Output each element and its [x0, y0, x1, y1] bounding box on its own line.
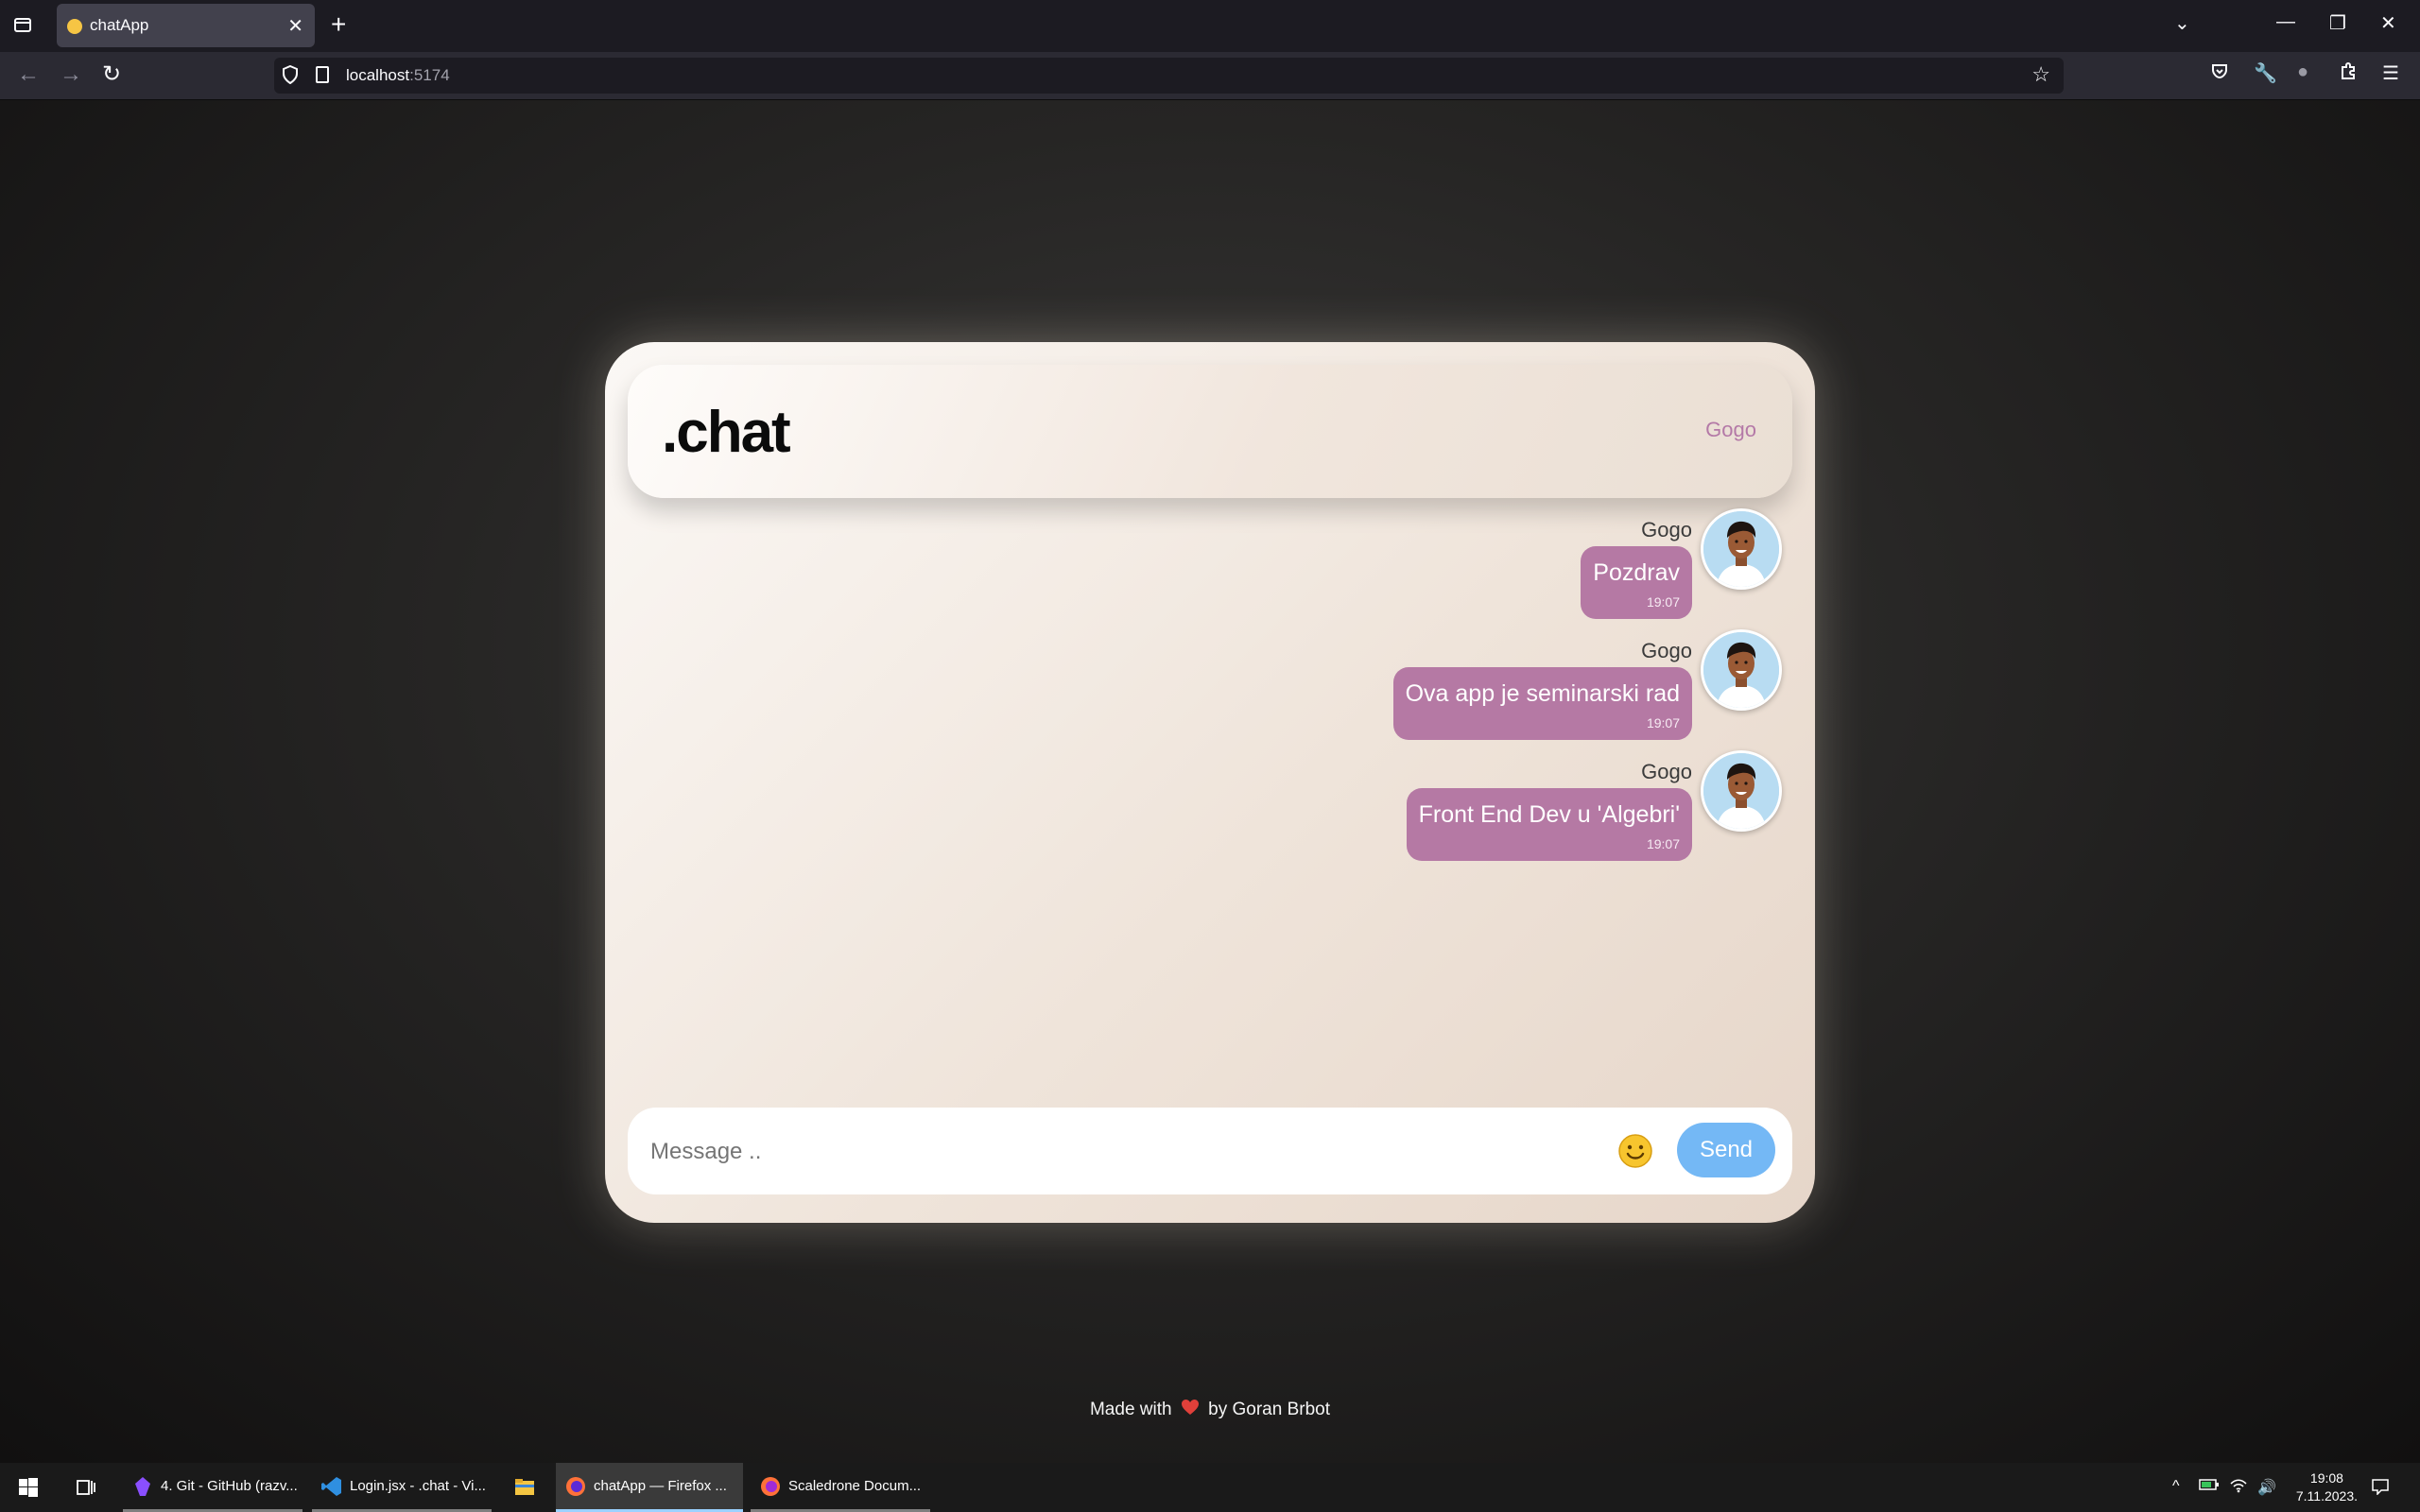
taskbar-item-file-explorer[interactable]	[506, 1463, 544, 1512]
user-avatar	[1701, 508, 1782, 590]
message-bubble: Ova app je seminarski rad 19:07	[1392, 667, 1692, 740]
start-button[interactable]	[11, 1463, 43, 1512]
chat-container: .chat Gogo Gogo Pozdrav 19:07 Gogo Ova a	[605, 342, 1815, 1223]
message-sender-name: Gogo	[1641, 639, 1692, 662]
message-time: 19:07	[1646, 836, 1680, 851]
avatar-illustration-icon	[1703, 511, 1779, 587]
message-composer: Send	[628, 1108, 1792, 1194]
page-footer: Made with by Goran Brbot	[0, 1399, 2420, 1421]
address-bar[interactable]: localhost:5174 ☆	[274, 58, 2064, 94]
footer-prefix: Made with	[1089, 1400, 1172, 1420]
message-sender-name: Gogo	[1641, 760, 1692, 783]
tab-overview-icon[interactable]	[11, 15, 34, 38]
wifi-icon[interactable]	[2229, 1478, 2248, 1498]
message-time: 19:07	[1646, 715, 1680, 730]
message-bubble: Pozdrav 19:07	[1581, 546, 1692, 619]
windows-logo-icon	[19, 1478, 38, 1497]
clock-date: 7.11.2023.	[2295, 1488, 2358, 1503]
minimize-window-icon[interactable]: —	[2276, 11, 2295, 33]
volume-icon[interactable]: 🔊	[2257, 1478, 2276, 1497]
taskbar-item-label: Login.jsx - .chat - Vi...	[350, 1478, 486, 1494]
system-clock[interactable]: 19:08 7.11.2023.	[2296, 1469, 2358, 1505]
restore-window-icon[interactable]: ❐	[2329, 11, 2346, 35]
github-desktop-icon	[135, 1477, 150, 1496]
extension-mask-icon[interactable]: ●	[2297, 61, 2308, 83]
file-explorer-icon	[515, 1479, 534, 1495]
vscode-icon	[321, 1477, 341, 1496]
tab-close-icon[interactable]: ✕	[287, 14, 303, 38]
taskbar-item-firefox-chatapp[interactable]: chatApp — Firefox ...	[556, 1463, 743, 1512]
task-view-icon	[77, 1480, 95, 1495]
tab-favicon-icon	[67, 19, 82, 34]
taskbar-item-github-desktop[interactable]: 4. Git - GitHub (razv...	[123, 1463, 302, 1512]
avatar-illustration-icon	[1703, 753, 1779, 829]
message-text: Front End Dev u 'Algebri'	[1418, 801, 1680, 828]
app-logo: .chat	[662, 400, 791, 465]
heart-icon	[1181, 1399, 1200, 1421]
back-arrow-icon[interactable]: ←	[17, 62, 40, 87]
close-window-icon[interactable]: ✕	[2380, 11, 2396, 35]
devtools-wrench-icon[interactable]: 🔧	[2254, 61, 2277, 85]
browser-nav-bar: ← → ↻ localhost:5174 ☆ 🔧 ● ☰	[0, 52, 2420, 100]
message-bubble: Front End Dev u 'Algebri' 19:07	[1406, 788, 1692, 861]
clock-time: 19:08	[2309, 1470, 2343, 1486]
extensions-puzzle-icon[interactable]	[2339, 61, 2358, 86]
windows-taskbar: 4. Git - GitHub (razv... Login.jsx - .ch…	[0, 1463, 2420, 1512]
emoji-picker-icon[interactable]	[1616, 1132, 1654, 1170]
new-tab-button[interactable]: +	[331, 10, 346, 39]
url-host: localhost	[346, 66, 410, 84]
page-info-icon[interactable]	[316, 66, 329, 83]
show-hidden-icons-chevron-icon[interactable]: ^	[2172, 1478, 2180, 1495]
hamburger-menu-icon[interactable]: ☰	[2382, 61, 2399, 85]
message-input[interactable]	[648, 1130, 1579, 1174]
message-text: Pozdrav	[1593, 559, 1680, 586]
message-time: 19:07	[1646, 594, 1680, 610]
tab-title: chatApp	[90, 16, 149, 34]
notifications-icon[interactable]	[2371, 1478, 2390, 1500]
user-avatar	[1701, 750, 1782, 832]
taskbar-item-label: Scaledrone Docum...	[788, 1478, 922, 1494]
firefox-icon	[566, 1477, 585, 1496]
bookmark-star-icon[interactable]: ☆	[2031, 62, 2050, 87]
chat-header: .chat Gogo	[628, 365, 1792, 498]
pocket-icon[interactable]	[2210, 61, 2229, 86]
forward-arrow-icon[interactable]: →	[60, 62, 82, 87]
url-port: :5174	[409, 66, 450, 84]
taskbar-item-vscode[interactable]: Login.jsx - .chat - Vi...	[312, 1463, 492, 1512]
footer-suffix: by Goran Brbot	[1208, 1400, 1330, 1420]
taskbar-item-firefox-scaledrone[interactable]: Scaledrone Docum...	[751, 1463, 930, 1512]
message-sender-name: Gogo	[1641, 518, 1692, 541]
reload-icon[interactable]: ↻	[102, 62, 121, 87]
list-all-tabs-icon[interactable]: ⌄	[2174, 11, 2190, 35]
taskbar-item-label: chatApp — Firefox ...	[594, 1478, 727, 1494]
browser-tab-chatapp[interactable]: chatApp ✕	[57, 4, 315, 47]
user-avatar	[1701, 629, 1782, 711]
battery-icon[interactable]	[2199, 1478, 2220, 1496]
page-viewport: .chat Gogo Gogo Pozdrav 19:07 Gogo Ova a	[0, 100, 2420, 1463]
avatar-illustration-icon	[1703, 632, 1779, 708]
taskbar-item-label: 4. Git - GitHub (razv...	[161, 1478, 298, 1494]
current-username: Gogo	[1705, 418, 1756, 441]
firefox-icon	[761, 1477, 780, 1496]
message-text: Ova app je seminarski rad	[1405, 680, 1680, 707]
url-text[interactable]: localhost:5174	[346, 66, 450, 85]
send-button[interactable]: Send	[1677, 1123, 1775, 1177]
browser-tab-bar: chatApp ✕ + ⌄ — ❐ ✕	[0, 0, 2420, 52]
tracking-shield-icon[interactable]	[282, 64, 299, 89]
task-view-button[interactable]	[68, 1463, 106, 1512]
